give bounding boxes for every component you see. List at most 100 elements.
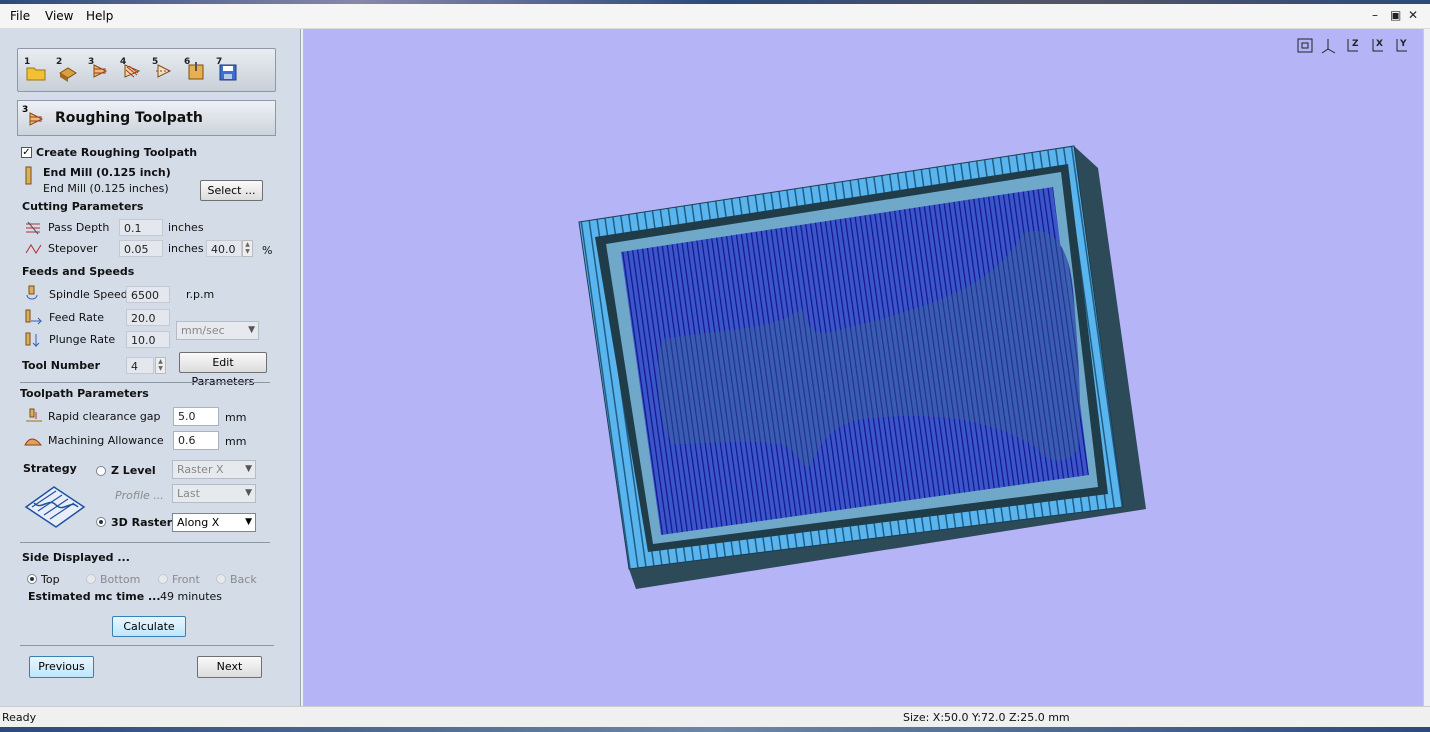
z-level-dropdown[interactable]: Raster X ▼ <box>172 460 256 479</box>
side-bottom-label: Bottom <box>100 573 141 586</box>
profile-value: Last <box>177 487 200 500</box>
end-mill-icon <box>25 166 32 185</box>
side-top-radio[interactable] <box>27 574 37 584</box>
stepover-unit: inches <box>168 242 204 255</box>
edit-parameters-button[interactable]: Edit Parameters <box>179 352 267 388</box>
stepover-icon <box>25 244 42 254</box>
pass-depth-label: Pass Depth <box>48 221 110 234</box>
tool-number-field[interactable]: 4 <box>126 357 154 374</box>
chevron-down-icon: ▼ <box>248 325 255 335</box>
side-front-label: Front <box>172 573 200 586</box>
next-button[interactable]: Next <box>197 656 262 678</box>
estimated-time-label: Estimated mc time ... <box>28 590 161 603</box>
step-number: 2 <box>56 57 63 67</box>
feed-rate-label: Feed Rate <box>49 311 104 324</box>
side-back-radio[interactable] <box>216 574 226 584</box>
menu-help[interactable]: Help <box>86 9 113 23</box>
chevron-down-icon: ▼ <box>245 517 252 527</box>
side-top-label: Top <box>41 573 60 586</box>
plunge-rate-field[interactable]: 10.0 <box>126 331 170 348</box>
pass-depth-unit: inches <box>168 221 204 234</box>
stepover-percent-spinner[interactable]: ▲ ▼ <box>242 240 253 257</box>
chevron-down-icon: ▼ <box>245 464 252 474</box>
tool-number-label: Tool Number <box>22 359 101 372</box>
strategy-raster-icon <box>24 486 86 528</box>
status-size: Size: X:50.0 Y:72.0 Z:25.0 mm <box>903 711 1070 724</box>
feed-rate-icon <box>25 309 43 325</box>
scrollbar-strip <box>1423 29 1430 706</box>
previous-button[interactable]: Previous <box>29 656 94 678</box>
side-back-label: Back <box>230 573 257 586</box>
step-number: 4 <box>120 57 127 67</box>
machining-allowance-field[interactable]: 0.6 <box>173 431 219 450</box>
percent-sign: % <box>262 244 273 257</box>
tool-name: End Mill (0.125 inch) <box>43 166 171 179</box>
wizard-step-bar: 1 2 3 4 5 6 7 <box>17 48 276 92</box>
rapid-clearance-label: Rapid clearance gap <box>48 410 161 423</box>
spindle-speed-unit: r.p.m <box>186 288 215 301</box>
step-2-orient-icon[interactable]: 2 <box>56 57 80 83</box>
select-tool-button[interactable]: Select ... <box>200 180 263 201</box>
plunge-rate-icon <box>25 332 40 348</box>
3d-raster-label: 3D Raster <box>111 516 173 529</box>
stepover-percent-field[interactable]: 40.0 <box>206 240 242 257</box>
create-roughing-checkbox[interactable]: ✓ <box>21 147 32 158</box>
step-3-roughing-icon[interactable]: 3 <box>88 57 112 83</box>
3d-raster-dropdown[interactable]: Along X ▼ <box>172 513 256 532</box>
side-bottom-radio[interactable] <box>86 574 96 584</box>
spindle-speed-label: Spindle Speed <box>49 288 128 301</box>
feed-rate-field[interactable]: 20.0 <box>126 309 170 326</box>
desktop-taskbar-strip <box>0 727 1430 732</box>
tool-number-spinner[interactable]: ▲ ▼ <box>155 357 166 374</box>
spindle-icon <box>26 285 38 300</box>
menu-bar: File View Help – ▣ ✕ <box>0 4 1430 29</box>
menu-file[interactable]: File <box>10 9 30 23</box>
3d-raster-radio[interactable] <box>96 517 106 527</box>
strategy-heading: Strategy <box>23 462 77 475</box>
status-text: Ready <box>2 711 37 724</box>
rapid-clearance-icon <box>26 408 42 422</box>
estimated-time-value: 49 minutes <box>160 590 223 603</box>
calculate-button[interactable]: Calculate <box>112 616 186 637</box>
z-level-radio[interactable] <box>96 466 106 476</box>
stepover-field[interactable]: 0.05 <box>119 240 163 257</box>
z-level-label: Z Level <box>111 464 156 477</box>
divider <box>20 645 274 646</box>
restore-button[interactable]: ▣ <box>1390 8 1401 22</box>
step-7-save-icon[interactable]: 7 <box>216 57 240 83</box>
step-number: 3 <box>88 57 95 67</box>
rapid-clearance-field[interactable]: 5.0 <box>173 407 219 426</box>
divider <box>20 382 270 383</box>
divider <box>20 542 270 543</box>
3d-viewport[interactable]: Z X Y <box>303 29 1423 706</box>
plunge-rate-label: Plunge Rate <box>49 333 116 346</box>
step-6-simulate-icon[interactable]: 6 <box>184 57 208 83</box>
step-4-finishing-icon[interactable]: 4 <box>120 57 144 83</box>
pass-depth-icon <box>26 221 40 235</box>
stock-model-render <box>578 145 1146 589</box>
step-number: 6 <box>184 57 191 67</box>
step-number: 7 <box>216 57 223 67</box>
menu-view[interactable]: View <box>45 9 73 23</box>
spindle-speed-field[interactable]: 6500 <box>126 286 170 303</box>
stepover-label: Stepover <box>48 242 98 255</box>
side-displayed-heading: Side Displayed ... <box>22 551 130 564</box>
machining-allowance-unit: mm <box>225 435 247 448</box>
tool-subname: End Mill (0.125 inches) <box>43 182 169 195</box>
step-1-open-icon[interactable]: 1 <box>24 57 48 83</box>
side-front-radio[interactable] <box>158 574 168 584</box>
toolpath-parameters-heading: Toolpath Parameters <box>20 387 149 400</box>
step-5-cutout-icon[interactable]: 5 <box>152 57 176 83</box>
rapid-clearance-unit: mm <box>225 411 247 424</box>
profile-dropdown[interactable]: Last ▼ <box>172 484 256 503</box>
step-number: 3 <box>22 105 29 115</box>
status-bar: Ready Size: X:50.0 Y:72.0 Z:25.0 mm <box>0 706 1430 728</box>
profile-label: Profile ... <box>115 489 164 502</box>
create-roughing-label: Create Roughing Toolpath <box>36 146 198 159</box>
minimize-button[interactable]: – <box>1372 8 1378 22</box>
rate-unit-dropdown[interactable]: mm/sec ▼ <box>176 321 259 340</box>
pass-depth-field[interactable]: 0.1 <box>119 219 163 236</box>
step-number: 1 <box>24 57 31 67</box>
rate-unit-value: mm/sec <box>181 324 225 337</box>
close-button[interactable]: ✕ <box>1408 8 1418 22</box>
